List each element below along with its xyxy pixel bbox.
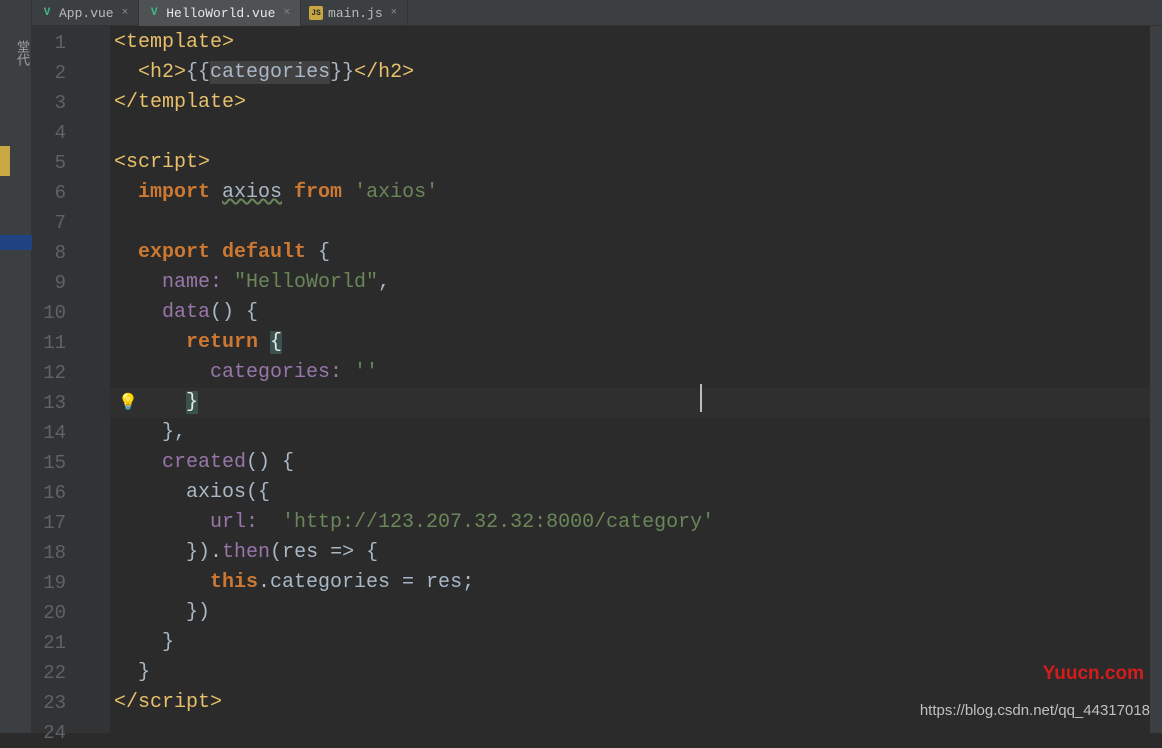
- line-number: 19: [32, 568, 66, 598]
- code-token: </h2>: [354, 61, 414, 84]
- code-token: <template>: [114, 31, 234, 54]
- tab-main-js[interactable]: JS main.js ×: [301, 0, 408, 26]
- code-token: categories:: [210, 361, 354, 384]
- code-token: then: [222, 541, 270, 564]
- code-token: </script>: [114, 691, 222, 714]
- code-token: {: [318, 241, 330, 264]
- line-number: 7: [32, 208, 66, 238]
- code-token: () {: [246, 451, 294, 474]
- code-token: => {: [330, 541, 378, 564]
- vue-icon: V: [147, 6, 161, 20]
- code-token: }).: [186, 541, 222, 564]
- code-token: <h2>: [138, 61, 186, 84]
- tool-window-sidebar[interactable]: 堂代: [0, 0, 32, 733]
- close-icon[interactable]: ×: [391, 7, 398, 19]
- line-number: 14: [32, 418, 66, 448]
- line-number: 2: [32, 58, 66, 88]
- editor-tabs: V App.vue × V HelloWorld.vue × JS main.j…: [32, 0, 1162, 26]
- code-token: "HelloWorld": [234, 271, 378, 294]
- code-token: this: [210, 571, 258, 594]
- code-token: }: [138, 661, 150, 684]
- line-number: 5: [32, 148, 66, 178]
- tab-label: App.vue: [59, 6, 114, 21]
- line-number: 6: [32, 178, 66, 208]
- code-token: data: [162, 301, 210, 324]
- tab-app-vue[interactable]: V App.vue ×: [32, 0, 139, 26]
- code-token: default: [222, 241, 318, 264]
- code-token: url:: [210, 511, 282, 534]
- code-token: (: [270, 541, 282, 564]
- line-number: 23: [32, 688, 66, 718]
- line-number: 18: [32, 538, 66, 568]
- sidebar-label: 堂代: [0, 0, 31, 66]
- code-token: export: [138, 241, 222, 264]
- vue-icon: V: [40, 6, 54, 20]
- line-number: 13: [32, 388, 66, 418]
- line-number: 17: [32, 508, 66, 538]
- sidebar-highlight: [0, 235, 32, 250]
- fold-gutter[interactable]: 💡: [80, 26, 110, 733]
- line-number: 4: [32, 118, 66, 148]
- current-line-highlight: [110, 388, 1162, 418]
- code-token: {: [270, 331, 282, 354]
- line-number: 11: [32, 328, 66, 358]
- code-token: name:: [162, 271, 234, 294]
- code-token: }: [186, 391, 198, 414]
- sidebar-marker: [0, 146, 10, 176]
- code-token: </template>: [114, 91, 246, 114]
- code-token: categories: [210, 61, 330, 84]
- line-number: 22: [32, 658, 66, 688]
- code-token: }}: [330, 61, 354, 84]
- line-number: 3: [32, 88, 66, 118]
- code-content[interactable]: <template> <h2>{{categories}}</h2> </tem…: [110, 26, 1162, 733]
- tab-helloworld-vue[interactable]: V HelloWorld.vue ×: [139, 0, 301, 26]
- line-number: 21: [32, 628, 66, 658]
- tab-label: main.js: [328, 6, 383, 21]
- code-token: () {: [210, 301, 258, 324]
- line-number: 1: [32, 28, 66, 58]
- code-token: }): [186, 601, 210, 624]
- close-icon[interactable]: ×: [283, 7, 290, 19]
- code-token: res: [282, 541, 330, 564]
- code-token: '': [354, 361, 378, 384]
- line-number: 15: [32, 448, 66, 478]
- code-token: }: [162, 631, 174, 654]
- code-token: import: [138, 181, 222, 204]
- code-token: from: [282, 181, 354, 204]
- line-number: 8: [32, 238, 66, 268]
- code-token: 'http://123.207.32.32:8000/category': [282, 511, 714, 534]
- line-number: 24: [32, 718, 66, 748]
- line-number: 10: [32, 298, 66, 328]
- line-number: 20: [32, 598, 66, 628]
- watermark-red: Yuucn.com: [1043, 663, 1144, 685]
- intention-bulb-icon[interactable]: 💡: [118, 392, 138, 412]
- line-number: 12: [32, 358, 66, 388]
- tab-label: HelloWorld.vue: [166, 6, 275, 21]
- code-token: axios: [186, 481, 246, 504]
- code-token: axios: [222, 181, 282, 204]
- code-token: .categories = res;: [258, 571, 474, 594]
- editor-area[interactable]: 1 2 3 4 5 6 7 8 9 10 11 12 13 14 15 16 1…: [32, 26, 1162, 733]
- code-token: },: [162, 421, 186, 444]
- line-number: 9: [32, 268, 66, 298]
- close-icon[interactable]: ×: [122, 7, 129, 19]
- watermark-gray: https://blog.csdn.net/qq_44317018: [920, 702, 1150, 719]
- code-token: ,: [378, 271, 390, 294]
- text-cursor: [700, 384, 702, 412]
- code-token: return: [186, 331, 270, 354]
- vertical-scrollbar[interactable]: [1150, 26, 1162, 733]
- code-token: <script>: [114, 151, 210, 174]
- code-token: 'axios': [354, 181, 438, 204]
- code-token: {{: [186, 61, 210, 84]
- code-token: ({: [246, 481, 270, 504]
- js-icon: JS: [309, 6, 323, 20]
- line-number-gutter[interactable]: 1 2 3 4 5 6 7 8 9 10 11 12 13 14 15 16 1…: [32, 26, 80, 733]
- code-token: created: [162, 451, 246, 474]
- line-number: 16: [32, 478, 66, 508]
